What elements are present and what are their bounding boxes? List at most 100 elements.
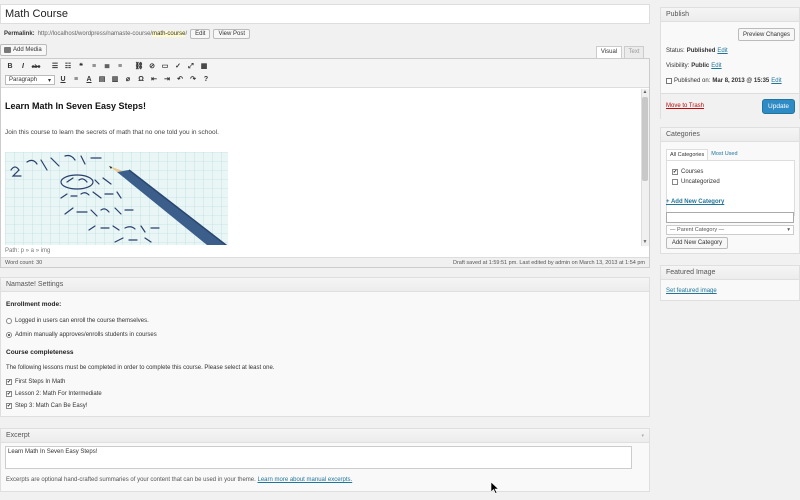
- editor-toolbar: B I abc ☰ ☷ ❝ ≡ ≣ ≡ ⛓ ⊘ ▭ ✓ ⤢ ▦ Paragrap…: [1, 59, 649, 88]
- visibility-value: Public: [691, 63, 710, 69]
- featured-image-title[interactable]: Featured Image: [661, 266, 799, 280]
- view-post-button[interactable]: View Post: [213, 29, 251, 39]
- align-right-icon[interactable]: ≡: [115, 62, 125, 72]
- publish-title[interactable]: Publish: [661, 8, 799, 22]
- outdent-icon[interactable]: ⇤: [149, 75, 159, 85]
- excerpt-help: Excerpts are optional hand-crafted summa…: [6, 477, 352, 483]
- excerpt-help-text: Excerpts are optional hand-crafted summa…: [6, 477, 256, 483]
- strikethrough-icon[interactable]: abc: [31, 62, 41, 72]
- special-character-icon[interactable]: Ω: [136, 75, 146, 85]
- published-row: Published on: Mar 8, 2013 @ 15:35 Edit: [666, 78, 782, 84]
- link-icon[interactable]: ⛓: [134, 62, 144, 72]
- set-featured-image-link[interactable]: Set featured image: [666, 288, 717, 294]
- editor-scroll-thumb[interactable]: [642, 97, 648, 181]
- add-new-category-button[interactable]: Add New Category: [666, 237, 728, 249]
- excerpt-panel: Excerpt ▾ Learn Math In Seven Easy Steps…: [0, 428, 650, 492]
- category-list: ✔ Courses Uncategorized: [666, 160, 795, 216]
- status-edit-link[interactable]: Edit: [717, 48, 727, 54]
- categories-panel: Categories All Categories Most Used ✔ Co…: [660, 127, 800, 254]
- format-select[interactable]: Paragraph ▾: [5, 75, 55, 85]
- tab-text[interactable]: Text: [624, 46, 644, 58]
- collapse-icon[interactable]: ▾: [641, 429, 644, 442]
- namaste-settings-title[interactable]: Namaste! Settings: [1, 278, 649, 292]
- bullet-list-icon[interactable]: ☰: [50, 62, 60, 72]
- more-tag-icon[interactable]: ▭: [160, 62, 170, 72]
- paste-text-icon[interactable]: ▤: [97, 75, 107, 85]
- categories-title[interactable]: Categories: [661, 128, 799, 142]
- parent-category-value: — Parent Category —: [670, 227, 725, 233]
- lesson-checkbox[interactable]: ✔: [6, 379, 12, 385]
- visibility-row: Visibility: Public Edit: [666, 63, 722, 69]
- preview-changes-button[interactable]: Preview Changes: [738, 28, 795, 41]
- draft-status: Draft saved at 1:59:51 pm. Last edited b…: [452, 259, 645, 266]
- published-edit-link[interactable]: Edit: [771, 78, 781, 84]
- content-paragraph: Join this course to learn the secrets of…: [5, 129, 219, 136]
- align-center-icon[interactable]: ≣: [102, 62, 112, 72]
- indent-icon[interactable]: ⇥: [162, 75, 172, 85]
- mouse-cursor-icon: [490, 481, 500, 496]
- radio-self-enroll[interactable]: [6, 318, 12, 324]
- blockquote-icon[interactable]: ❝: [76, 62, 86, 72]
- category-checkbox[interactable]: [672, 179, 678, 185]
- completeness-help-text: The following lessons must be completed …: [6, 365, 275, 371]
- status-value: Published: [686, 48, 716, 54]
- add-media-button[interactable]: Add Media: [0, 44, 47, 56]
- category-label: Courses: [681, 169, 704, 175]
- excerpt-title-bar[interactable]: Excerpt ▾: [1, 429, 649, 443]
- category-item[interactable]: Uncategorized: [672, 179, 720, 185]
- help-icon[interactable]: ?: [201, 75, 211, 85]
- underline-icon[interactable]: U: [58, 75, 68, 85]
- numbered-list-icon[interactable]: ☷: [63, 62, 73, 72]
- add-new-category-link[interactable]: + Add New Category: [666, 199, 724, 205]
- lesson-item[interactable]: ✔ Lesson 2: Math For Intermediate: [6, 391, 102, 397]
- spellcheck-icon[interactable]: ✓: [173, 62, 183, 72]
- excerpt-textarea[interactable]: Learn Math In Seven Easy Steps!: [5, 446, 632, 469]
- parent-category-select[interactable]: — Parent Category — ▾: [666, 225, 794, 235]
- unlink-icon[interactable]: ⊘: [147, 62, 157, 72]
- tab-most-used[interactable]: Most Used: [708, 149, 740, 160]
- category-item[interactable]: ✔ Courses: [672, 169, 703, 175]
- text-color-icon[interactable]: A: [84, 75, 94, 85]
- permalink-url[interactable]: http://localhost/wordpress/namaste-cours…: [38, 31, 187, 37]
- enroll-option-admin[interactable]: Admin manually approves/enrolls students…: [6, 332, 157, 338]
- justify-icon[interactable]: ≡: [71, 75, 81, 85]
- category-checkbox[interactable]: ✔: [672, 169, 678, 175]
- lesson-checkbox[interactable]: ✔: [6, 391, 12, 397]
- undo-icon[interactable]: ↶: [175, 75, 185, 85]
- redo-icon[interactable]: ↷: [188, 75, 198, 85]
- excerpt-learn-more-link[interactable]: Learn more about manual excerpts.: [257, 477, 352, 483]
- bold-icon[interactable]: B: [5, 62, 15, 72]
- update-button[interactable]: Update: [762, 99, 795, 114]
- move-to-trash-link[interactable]: Move to Trash: [666, 103, 704, 109]
- tab-all-categories[interactable]: All Categories: [666, 149, 709, 160]
- permalink-slug: math-course: [152, 31, 186, 37]
- post-title-input[interactable]: [0, 4, 650, 24]
- clear-formatting-icon[interactable]: ⌀: [123, 75, 133, 85]
- align-left-icon[interactable]: ≡: [89, 62, 99, 72]
- permalink-edit-button[interactable]: Edit: [190, 29, 211, 39]
- tab-visual[interactable]: Visual: [596, 46, 622, 58]
- new-category-input[interactable]: [666, 212, 794, 223]
- kitchen-sink-icon[interactable]: ▦: [199, 62, 209, 72]
- scroll-up-icon[interactable]: ▲: [642, 89, 648, 95]
- completeness-help: The following lessons must be completed …: [6, 365, 274, 371]
- chevron-down-icon: ▾: [47, 77, 51, 84]
- publish-panel: Publish Preview Changes Status: Publishe…: [660, 7, 800, 119]
- enroll-option-self[interactable]: Logged in users can enroll the course th…: [6, 318, 149, 324]
- lesson-label: Step 3: Math Can Be Easy!: [15, 403, 88, 409]
- radio-admin-enroll[interactable]: [6, 332, 12, 338]
- paste-word-icon[interactable]: ▥: [110, 75, 120, 85]
- fullscreen-icon[interactable]: ⤢: [186, 62, 196, 72]
- math-image[interactable]: [5, 152, 228, 245]
- permalink-base: http://localhost/wordpress/namaste-cours…: [37, 31, 153, 37]
- italic-icon[interactable]: I: [18, 62, 28, 72]
- visibility-edit-link[interactable]: Edit: [711, 63, 721, 69]
- lesson-item[interactable]: ✔ Step 3: Math Can Be Easy!: [6, 403, 87, 409]
- add-media-label: Add Media: [13, 47, 42, 53]
- lesson-checkbox[interactable]: ✔: [6, 403, 12, 409]
- enrollment-mode-label: Enrollment mode:: [6, 301, 62, 308]
- lesson-item[interactable]: ✔ First Steps In Math: [6, 379, 65, 385]
- content-heading: Learn Math In Seven Easy Steps!: [5, 101, 147, 111]
- scroll-down-icon[interactable]: ▼: [642, 239, 648, 245]
- calendar-icon: [666, 78, 672, 84]
